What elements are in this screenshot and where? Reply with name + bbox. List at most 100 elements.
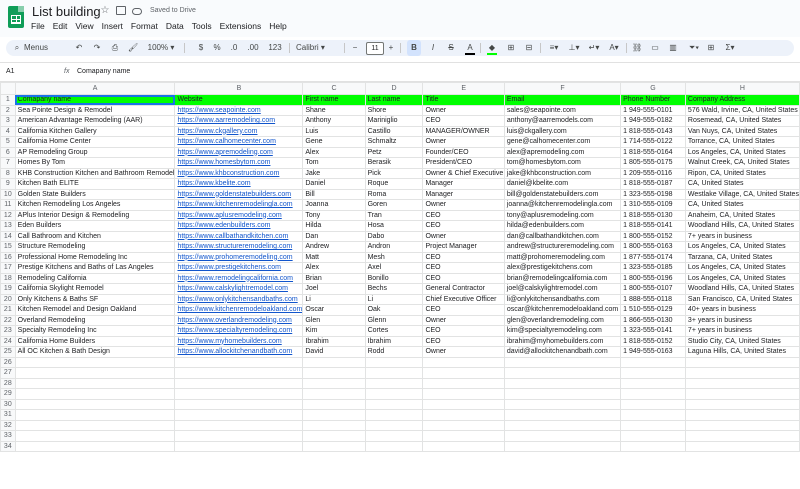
cell-d25[interactable]: Rodd bbox=[364, 346, 424, 358]
cell-a34[interactable] bbox=[14, 440, 176, 452]
horizontal-align-icon[interactable]: ≡▾ bbox=[546, 40, 562, 56]
font-size-decrease-button[interactable]: − bbox=[350, 40, 360, 56]
cell-b22[interactable]: https://www.overlandremodeling.com bbox=[174, 314, 304, 326]
column-header-b[interactable]: B bbox=[174, 82, 304, 95]
row-number[interactable]: 2 bbox=[0, 104, 16, 116]
cell-a2[interactable]: Sea Pointe Design & Remodel bbox=[14, 104, 176, 116]
text-color-button[interactable]: A bbox=[465, 40, 475, 56]
row-number[interactable]: 16 bbox=[0, 251, 16, 263]
cell-g34[interactable] bbox=[620, 440, 686, 452]
filter-icon[interactable]: ⏷▾ bbox=[686, 40, 702, 56]
cell-c25[interactable]: David bbox=[302, 346, 366, 358]
cell-g4[interactable]: 1 818-555-0143 bbox=[620, 125, 686, 137]
cell-e30[interactable] bbox=[422, 398, 505, 410]
percent-format-button[interactable]: % bbox=[212, 40, 222, 56]
cell-c3[interactable]: Anthony bbox=[302, 115, 366, 127]
sheets-logo-icon[interactable] bbox=[8, 6, 24, 28]
cell-h12[interactable]: Anaheim, CA, United States bbox=[684, 209, 800, 221]
menu-extensions[interactable]: Extensions bbox=[220, 21, 262, 31]
cell-b16[interactable]: https://www.prohomeremodeling.com bbox=[174, 251, 304, 263]
cell-d21[interactable]: Oak bbox=[364, 304, 424, 316]
cell-g7[interactable]: 1 805-555-0175 bbox=[620, 157, 686, 169]
row-number[interactable]: 3 bbox=[0, 115, 16, 127]
cell-d33[interactable] bbox=[364, 430, 424, 442]
cell-h25[interactable]: Laguna Hills, CA, United States bbox=[684, 346, 800, 358]
cell-b24[interactable]: https://www.myhomebuilders.com bbox=[174, 335, 304, 347]
strikethrough-button[interactable]: S bbox=[445, 40, 457, 56]
cell-g26[interactable] bbox=[620, 356, 686, 368]
row-number[interactable]: 11 bbox=[0, 199, 16, 211]
insert-chart-icon[interactable]: ▥ bbox=[668, 40, 678, 56]
cell-e11[interactable]: Owner bbox=[422, 199, 505, 211]
cell-e10[interactable]: Manager bbox=[422, 188, 505, 200]
cell-d32[interactable] bbox=[364, 419, 424, 431]
cell-c15[interactable]: Andrew bbox=[302, 241, 366, 253]
menu-tools[interactable]: Tools bbox=[192, 21, 212, 31]
cell-f25[interactable]: david@allockitchenandbath.com bbox=[503, 346, 622, 358]
cell-e19[interactable]: General Contractor bbox=[422, 283, 505, 295]
row-number[interactable]: 18 bbox=[0, 272, 16, 284]
cell-e33[interactable] bbox=[422, 430, 505, 442]
cell-c2[interactable]: Shane bbox=[302, 104, 366, 116]
cell-a23[interactable]: Specialty Remodeling Inc bbox=[14, 325, 176, 337]
cell-a25[interactable]: All OC Kitchen & Bath Design bbox=[14, 346, 176, 358]
cell-f18[interactable]: brian@remodelingcalifornia.com bbox=[503, 272, 622, 284]
cell-h28[interactable] bbox=[684, 377, 800, 389]
cell-a32[interactable] bbox=[14, 419, 176, 431]
menu-data[interactable]: Data bbox=[166, 21, 184, 31]
cell-a29[interactable] bbox=[14, 388, 176, 400]
row-number[interactable]: 1 bbox=[0, 94, 16, 106]
cell-e29[interactable] bbox=[422, 388, 505, 400]
cell-h33[interactable] bbox=[684, 430, 800, 442]
cell-g6[interactable]: 1 818-555-0164 bbox=[620, 146, 686, 158]
cell-c1[interactable]: First name bbox=[302, 94, 366, 106]
cell-f11[interactable]: joanna@kitchenremodelingla.com bbox=[503, 199, 622, 211]
row-number[interactable]: 20 bbox=[0, 293, 16, 305]
cell-h5[interactable]: Torrance, CA, United States bbox=[684, 136, 800, 148]
cell-h31[interactable] bbox=[684, 409, 800, 421]
cell-c14[interactable]: Dan bbox=[302, 230, 366, 242]
cell-f21[interactable]: oscar@kitchenremodeloakland.com bbox=[503, 304, 622, 316]
cell-e25[interactable]: Owner bbox=[422, 346, 505, 358]
cell-g24[interactable]: 1 818-555-0152 bbox=[620, 335, 686, 347]
cell-g9[interactable]: 1 818-555-0187 bbox=[620, 178, 686, 190]
cell-f9[interactable]: daniel@kbelite.com bbox=[503, 178, 622, 190]
cell-h23[interactable]: 7+ years in business bbox=[684, 325, 800, 337]
cell-g3[interactable]: 1 949-555-0182 bbox=[620, 115, 686, 127]
row-number[interactable]: 28 bbox=[0, 377, 16, 389]
zoom-select[interactable]: 100% ▾ bbox=[146, 40, 176, 56]
cell-b12[interactable]: https://www.aplusremodeling.com bbox=[174, 209, 304, 221]
cell-g27[interactable] bbox=[620, 367, 686, 379]
cell-h10[interactable]: Westlake Village, CA, United States bbox=[684, 188, 800, 200]
cell-f24[interactable]: ibrahim@myhomebuilders.com bbox=[503, 335, 622, 347]
cell-d28[interactable] bbox=[364, 377, 424, 389]
cell-f33[interactable] bbox=[503, 430, 622, 442]
cell-c10[interactable]: Bill bbox=[302, 188, 366, 200]
cell-f30[interactable] bbox=[503, 398, 622, 410]
cell-d18[interactable]: Bonillo bbox=[364, 272, 424, 284]
cell-b1[interactable]: Website bbox=[174, 94, 304, 106]
menu-view[interactable]: View bbox=[75, 21, 93, 31]
cell-e7[interactable]: President/CEO bbox=[422, 157, 505, 169]
cell-e20[interactable]: Chief Executive Officer bbox=[422, 293, 505, 305]
cell-g28[interactable] bbox=[620, 377, 686, 389]
name-box[interactable]: A1 bbox=[6, 63, 46, 81]
cell-f12[interactable]: tony@aplusremodeling.com bbox=[503, 209, 622, 221]
row-number[interactable]: 31 bbox=[0, 409, 16, 421]
cell-e32[interactable] bbox=[422, 419, 505, 431]
cell-g20[interactable]: 1 888-555-0118 bbox=[620, 293, 686, 305]
cell-f19[interactable]: joel@calskylightremodel.com bbox=[503, 283, 622, 295]
cell-e13[interactable]: CEO bbox=[422, 220, 505, 232]
cell-g22[interactable]: 1 866-555-0130 bbox=[620, 314, 686, 326]
cell-g30[interactable] bbox=[620, 398, 686, 410]
menu-edit[interactable]: Edit bbox=[53, 21, 68, 31]
cell-b9[interactable]: https://www.kbelite.com bbox=[174, 178, 304, 190]
cell-b20[interactable]: https://www.onlykitchensandbaths.com bbox=[174, 293, 304, 305]
row-number[interactable]: 14 bbox=[0, 230, 16, 242]
star-icon[interactable]: ☆ bbox=[100, 6, 110, 16]
italic-button[interactable]: I bbox=[427, 40, 439, 56]
cell-h14[interactable]: 7+ years in business bbox=[684, 230, 800, 242]
cell-d9[interactable]: Roque bbox=[364, 178, 424, 190]
cell-d5[interactable]: Schmaltz bbox=[364, 136, 424, 148]
row-number[interactable]: 25 bbox=[0, 346, 16, 358]
